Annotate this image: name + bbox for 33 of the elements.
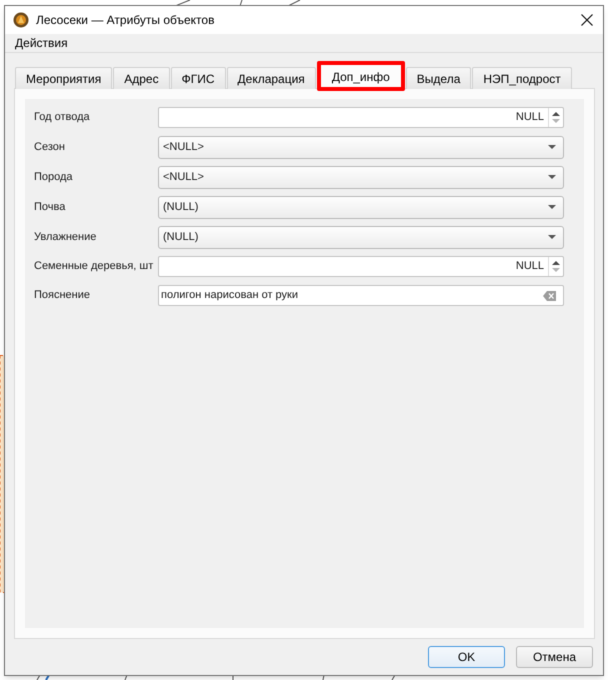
dropdown[interactable]: (NULL) <box>158 196 564 218</box>
field-label: Год отвода <box>34 110 91 126</box>
field-label: Семенные деревья, шт <box>34 259 154 274</box>
field-label: Порода <box>34 170 74 185</box>
field-label: Увлажнение <box>34 230 98 245</box>
field-label: Почва <box>34 200 66 215</box>
text-field[interactable]: полигон нарисован от руки <box>158 285 564 306</box>
tab[interactable]: Выдела <box>406 67 472 89</box>
caret-icon <box>548 235 556 239</box>
spin-box[interactable]: NULL <box>158 107 564 128</box>
caret-icon <box>548 145 556 149</box>
tab[interactable]: ФГИС <box>170 67 226 89</box>
caret-icon <box>548 205 556 209</box>
tab[interactable]: Декларация <box>226 67 316 89</box>
dialog-button[interactable]: Отмена <box>516 646 593 668</box>
dialog-button[interactable]: OK <box>428 646 505 668</box>
caret-icon <box>548 175 556 179</box>
dropdown[interactable]: <NULL> <box>158 166 564 188</box>
tab[interactable]: Адрес <box>113 67 170 89</box>
field-label: Сезон <box>34 140 66 155</box>
clear-icon[interactable] <box>543 290 556 300</box>
menu-item[interactable]: Действия <box>10 34 73 52</box>
window-title: Лесосеки — Атрибуты объектов <box>36 12 214 29</box>
spin-arrows-icon <box>552 111 560 124</box>
spin-box[interactable]: NULL <box>158 256 564 277</box>
field-label: Пояснение <box>34 288 92 304</box>
close-icon <box>581 14 593 26</box>
dropdown[interactable]: <NULL> <box>158 136 564 158</box>
dropdown[interactable]: (NULL) <box>158 226 564 248</box>
tab[interactable]: Мероприятия <box>15 67 112 89</box>
tab[interactable]: НЭП_подрост <box>472 67 572 89</box>
app-icon <box>13 12 29 28</box>
spin-arrows-icon <box>552 260 560 273</box>
